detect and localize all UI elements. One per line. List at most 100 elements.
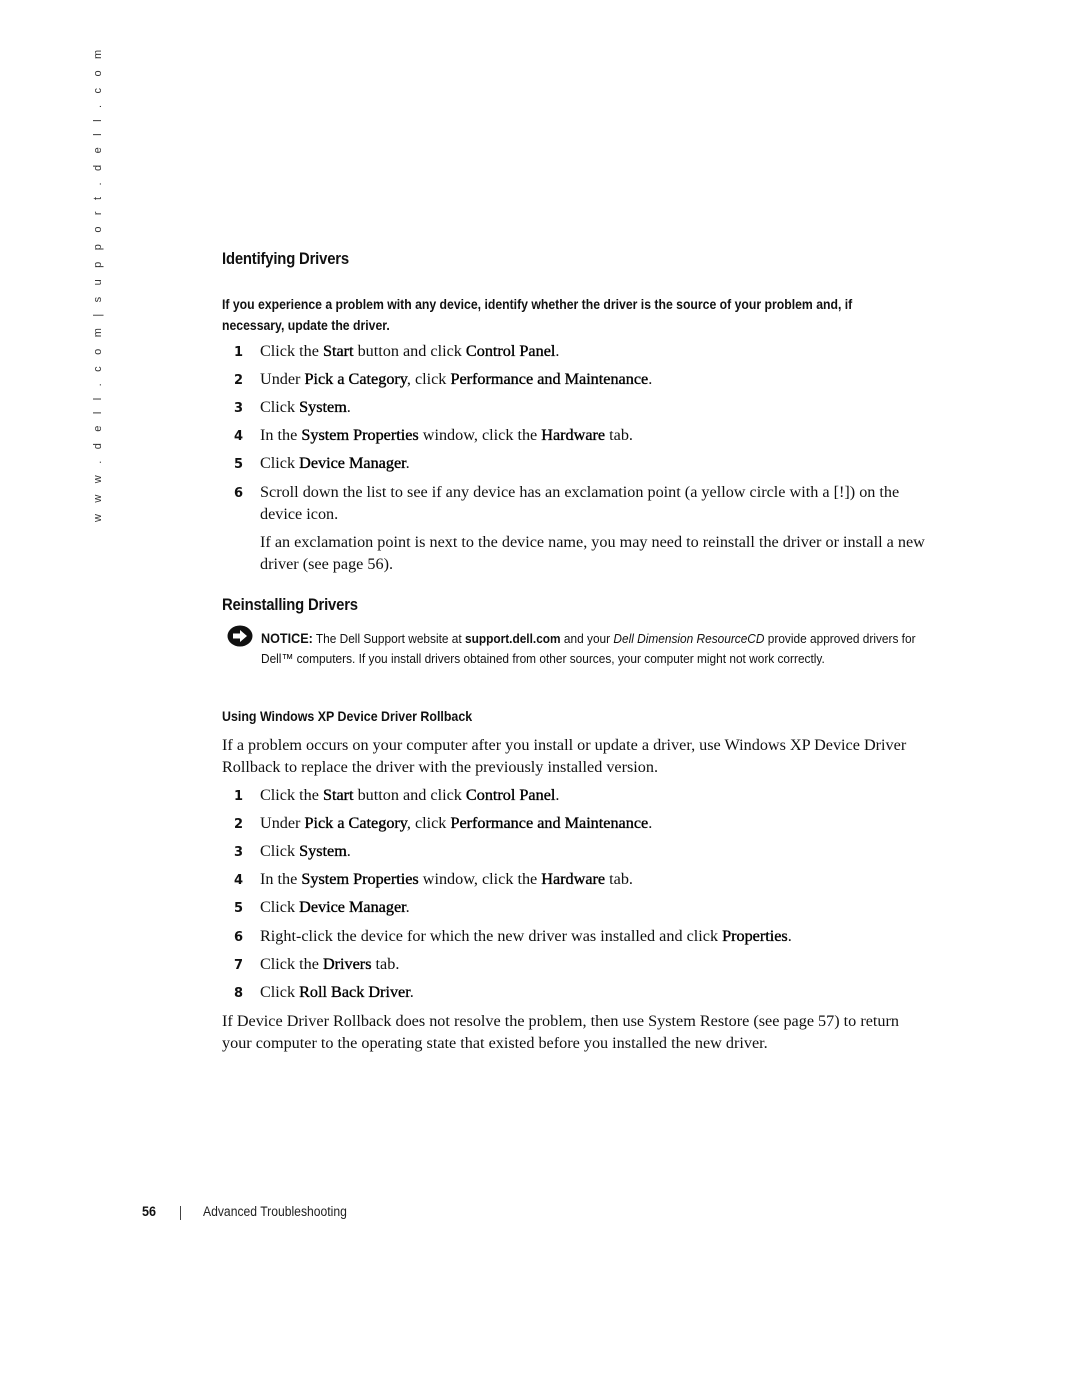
list-item: 5 Click Device Manager.	[234, 897, 934, 919]
step-text: Click the Start button and click Control…	[260, 785, 934, 807]
step-text: Click the Start button and click Control…	[260, 341, 934, 363]
step-text-part: Click the	[260, 955, 323, 973]
step-text: Scroll down the list to see if any devic…	[260, 482, 934, 525]
ui-term: Drivers	[322, 955, 372, 973]
list-item: 3 Click System.	[234, 841, 934, 863]
page-number: 56	[142, 1203, 157, 1219]
ui-term: Device Manager	[299, 898, 406, 916]
ui-term: Control Panel	[465, 786, 556, 804]
step-text: Click Device Manager.	[260, 897, 934, 919]
step-text-part: In the	[260, 426, 302, 444]
step-text-part: , click	[406, 814, 451, 832]
step-number: 4	[234, 429, 244, 444]
step-text-part: .	[405, 898, 410, 916]
step-text-part: tab.	[605, 426, 633, 444]
step-number: 7	[234, 958, 244, 973]
step-number: 6	[234, 486, 244, 501]
list-item: 8 Click Roll Back Driver.	[234, 982, 934, 1004]
ui-term: Properties	[722, 927, 788, 945]
step-number: 8	[234, 986, 244, 1001]
step-text-part: tab.	[371, 955, 400, 973]
list-item: 5 Click Device Manager.	[234, 453, 934, 475]
rollback-closing: If Device Driver Rollback does not resol…	[222, 1012, 899, 1052]
footer-section-title: Advanced Troubleshooting	[203, 1204, 347, 1219]
step-text-part: tab.	[605, 870, 633, 888]
step-text-part: Right-click the device for which the new…	[260, 927, 723, 945]
step-text-part: window, click the	[418, 870, 542, 888]
step-number: 3	[234, 401, 244, 416]
ui-term: Control Panel	[465, 342, 556, 360]
step-text-part: Click	[260, 398, 300, 416]
step-text-part: button and click	[353, 342, 466, 360]
step-text: Under Pick a Category, click Performance…	[260, 369, 934, 391]
step-text-part: In the	[260, 870, 302, 888]
step-text-part: .	[405, 454, 410, 472]
notice-block: NOTICE: The Dell Support website at supp…	[261, 629, 923, 668]
step-text-part: .	[409, 983, 414, 1001]
step-number: 4	[234, 873, 244, 888]
step-text-part: .	[346, 398, 351, 416]
footer-divider	[180, 1206, 181, 1220]
step-number: 5	[234, 901, 244, 916]
rollback-intro: If a problem occurs on your computer aft…	[222, 736, 907, 776]
notice-text: The Dell Support website at	[312, 631, 465, 646]
list-item: 6 Scroll down the list to see if any devi…	[234, 482, 934, 525]
step-text: Click System.	[260, 397, 934, 419]
list-item: 4 In the System Properties window, click …	[234, 425, 934, 447]
list-item: 3 Click System.	[234, 397, 934, 419]
ui-term: System	[299, 842, 347, 860]
step-number: 3	[234, 845, 244, 860]
ui-term: Performance and Maintenance	[450, 814, 649, 832]
identifying-intro: If you experience a problem with any dev…	[222, 297, 853, 333]
subheading-driver-rollback: Using Windows XP Device Driver Rollback	[222, 709, 473, 724]
list-item: 1 Click the Start button and click Contro…	[234, 341, 934, 363]
step-number: 2	[234, 817, 244, 832]
step-text-part: Click the	[260, 342, 323, 360]
ui-term: Hardware	[541, 870, 606, 888]
step-text-part: Scroll down the list to see if any devic…	[260, 483, 900, 523]
ui-term: Start	[322, 342, 354, 360]
section-heading-identifying-drivers: Identifying Drivers	[222, 250, 349, 268]
step-text: Click Roll Back Driver.	[260, 982, 934, 1004]
step-number: 2	[234, 373, 244, 388]
step-text-part: Under	[260, 370, 305, 388]
step-text: Right-click the device for which the new…	[260, 926, 934, 948]
section-heading-reinstalling-drivers: Reinstalling Drivers	[222, 596, 358, 614]
notice-text: and your	[560, 631, 614, 646]
step-text-part: Click	[260, 983, 300, 1001]
step-text-part: .	[346, 842, 351, 860]
step-number: 1	[234, 789, 244, 804]
step-text: Click System.	[260, 841, 934, 863]
list-item: 1 Click the Start button and click Contro…	[234, 785, 934, 807]
list-item: 2 Under Pick a Category, click Performanc…	[234, 813, 934, 835]
list-item: 6 Right-click the device for which the ne…	[234, 926, 934, 948]
step-text: Under Pick a Category, click Performance…	[260, 813, 934, 835]
step-text: Click Device Manager.	[260, 453, 934, 475]
ui-term: Device Manager	[299, 454, 406, 472]
ui-term: Performance and Maintenance	[450, 370, 649, 388]
list-item: 4 In the System Properties window, click …	[234, 869, 934, 891]
step-number: 1	[234, 345, 244, 360]
identifying-followup: If an exclamation point is next to the d…	[260, 533, 925, 573]
step-text: In the System Properties window, click t…	[260, 425, 934, 447]
ui-term: System Properties	[301, 426, 419, 444]
ui-term: System	[299, 398, 347, 416]
resource-cd-name: Dell Dimension ResourceCD	[613, 631, 765, 646]
step-text-part: , click	[406, 370, 451, 388]
step-text-part: .	[787, 927, 792, 945]
ui-term: Start	[322, 786, 354, 804]
ui-term: System Properties	[301, 870, 419, 888]
step-text-part: .	[555, 786, 560, 804]
step-text-part: button and click	[353, 786, 466, 804]
step-text-part: window, click the	[418, 426, 542, 444]
sidebar-url: w w w . d e l l . c o m | s u p p o r t …	[92, 45, 104, 522]
ui-term: Hardware	[541, 426, 606, 444]
notice-label: NOTICE:	[261, 630, 313, 646]
step-text-part: .	[648, 370, 653, 388]
notice-arrow-icon	[227, 625, 253, 647]
step-text-part: .	[555, 342, 560, 360]
step-text-part: Under	[260, 814, 305, 832]
support-link[interactable]: support.dell.com	[465, 631, 561, 646]
list-item: 7 Click the Drivers tab.	[234, 954, 934, 976]
ui-term: Roll Back Driver	[299, 983, 410, 1001]
